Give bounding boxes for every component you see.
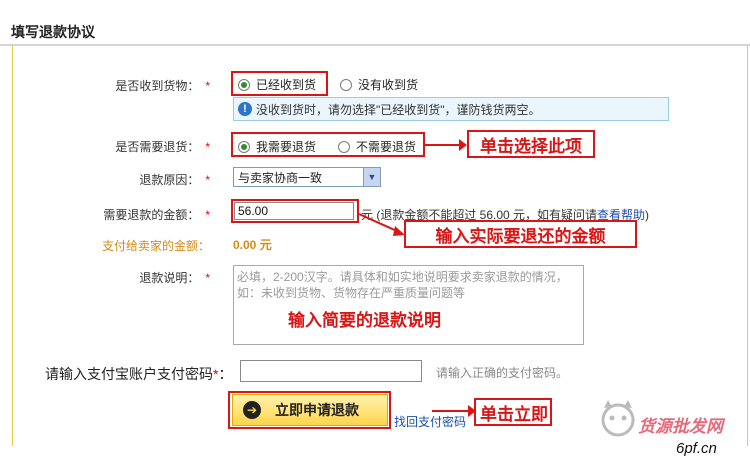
- watermark: 货源批发网 6pf.cn: [601, 396, 750, 472]
- info-icon: !: [238, 102, 252, 116]
- watermark-text: 货源批发网: [638, 417, 723, 436]
- annotation-click-submit: 单击立即: [474, 398, 552, 426]
- radio-received-no[interactable]: 没有收到货: [340, 76, 418, 93]
- radio-unchecked-icon: [338, 140, 350, 153]
- annotation-enter-amount: 输入实际要退还的金额: [404, 220, 637, 248]
- pay-seller-label: 支付给卖家的金额：: [101, 239, 210, 253]
- received-goods-label: 是否收到货物： *: [115, 79, 210, 93]
- radio-checked-icon: [238, 78, 250, 91]
- annotation-enter-explanation: 输入简要的退款说明: [288, 311, 441, 330]
- chevron-down-icon[interactable]: ▼: [363, 168, 380, 186]
- radio-label: 已经收到货: [256, 78, 317, 92]
- reason-label: 退款原因： *: [139, 173, 210, 187]
- annotation-select-item: 单击选择此项: [467, 130, 595, 158]
- notice-text: 没收到货时，请勿选择"已经收到货"，谨防钱货两空。: [256, 102, 541, 117]
- explanation-textarea[interactable]: 必填，2-200汉字。请具体和如实地说明要求卖家退款的情况， 如：未收到货物、货…: [233, 265, 584, 345]
- annotation-arrow: [425, 139, 467, 151]
- password-label: 请输入支付宝账户支付密码*：: [45, 366, 233, 382]
- radio-label: 没有收到货: [358, 78, 419, 92]
- section-title: 填写退款协议: [11, 24, 95, 40]
- radio-label: 我需要退货: [256, 140, 317, 154]
- arrow-right-icon: ➔: [243, 401, 261, 419]
- pay-seller-amount: 0.00 元: [233, 238, 272, 252]
- reason-value: 与卖家协商一致: [238, 170, 323, 185]
- annotation-arrow: [358, 213, 405, 236]
- watermark-logo-icon: [601, 400, 635, 437]
- refund-amount-input[interactable]: 56.00: [234, 202, 354, 220]
- radio-return-no[interactable]: 不需要退货: [338, 138, 416, 155]
- panel-border-right: [747, 46, 748, 446]
- password-hint: 请输入正确的支付密码。: [436, 366, 569, 380]
- radio-unchecked-icon: [340, 78, 352, 91]
- submit-label: 立即申请退款: [275, 402, 359, 418]
- placeholder-line: 如：未收到货物、货物存在严重质量问题等: [237, 286, 466, 300]
- placeholder-line: 必填，2-200汉字。请具体和如实地说明要求卖家退款的情况，: [237, 270, 568, 284]
- watermark-url: 6pf.cn: [676, 440, 717, 457]
- reason-select[interactable]: 与卖家协商一致 ▼: [233, 167, 381, 187]
- submit-refund-button[interactable]: ➔ 立即申请退款: [232, 394, 388, 426]
- radio-return-yes[interactable]: 我需要退货: [238, 138, 316, 155]
- need-return-label: 是否需要退货： *: [115, 140, 210, 154]
- radio-received-yes[interactable]: 已经收到货: [238, 76, 316, 93]
- refund-amount-label: 需要退款的金额： *: [103, 208, 210, 222]
- received-notice: ! 没收到货时，请勿选择"已经收到货"，谨防钱货两空。: [233, 97, 669, 121]
- title-divider: [0, 44, 750, 46]
- radio-checked-icon: [238, 140, 250, 153]
- explanation-label: 退款说明： *: [139, 271, 210, 285]
- radio-label: 不需要退货: [356, 140, 417, 154]
- password-input[interactable]: [240, 360, 422, 382]
- annotation-arrow: [432, 405, 476, 417]
